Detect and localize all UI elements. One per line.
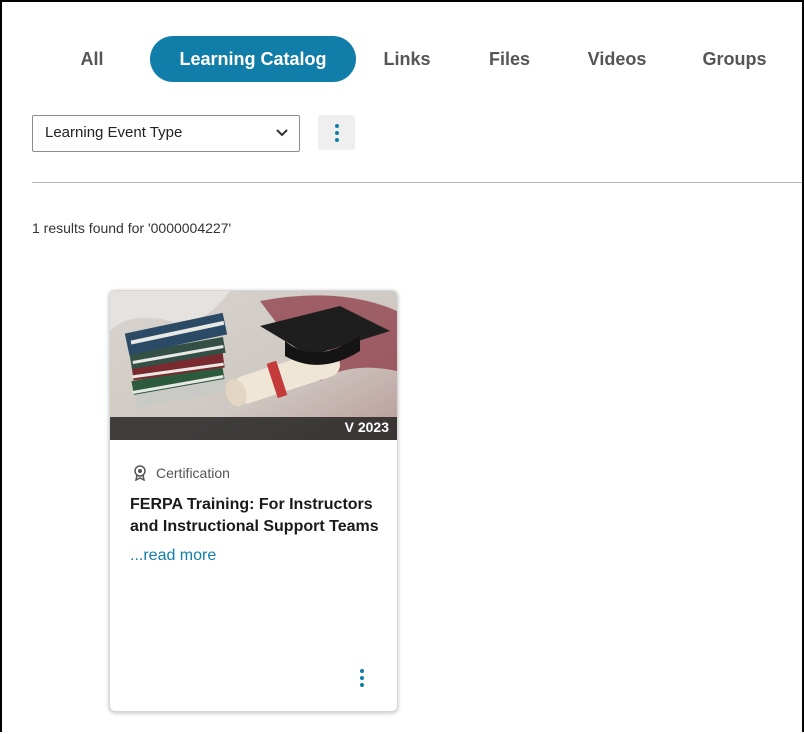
- version-badge: V 2023: [344, 419, 389, 435]
- certificate-ribbon-icon: [134, 465, 146, 481]
- learning-event-type-select[interactable]: Learning Event Type: [32, 115, 300, 152]
- kebab-menu-icon: [318, 115, 355, 150]
- version-bar: V 2023: [110, 417, 397, 440]
- filter-more-button[interactable]: [318, 115, 355, 150]
- tab-links[interactable]: Links: [372, 36, 442, 82]
- tab-groups[interactable]: Groups: [692, 36, 777, 82]
- card-thumbnail: V 2023: [110, 291, 397, 440]
- card-type-label: Certification: [156, 465, 230, 481]
- results-summary: 1 results found for '0000004227': [32, 220, 232, 236]
- read-more-link[interactable]: ...read more: [130, 547, 216, 565]
- chevron-down-icon: [276, 129, 288, 137]
- tab-files[interactable]: Files: [477, 36, 542, 82]
- tab-videos[interactable]: Videos: [577, 36, 657, 82]
- card-title[interactable]: FERPA Training: For Instructors and Inst…: [130, 494, 382, 538]
- filter-select-value: Learning Event Type: [45, 124, 183, 141]
- kebab-menu-icon: [350, 663, 374, 693]
- card-type-row: Certification: [134, 464, 230, 482]
- search-tabs: All Learning Catalog Links Files Videos …: [2, 36, 802, 84]
- tab-all[interactable]: All: [62, 36, 122, 82]
- divider: [32, 182, 802, 183]
- learning-item-card[interactable]: V 2023 Certification FERPA Training: For…: [109, 290, 398, 712]
- page-frame: All Learning Catalog Links Files Videos …: [0, 0, 804, 732]
- card-more-button[interactable]: [350, 663, 374, 693]
- tab-learning-catalog[interactable]: Learning Catalog: [150, 36, 356, 82]
